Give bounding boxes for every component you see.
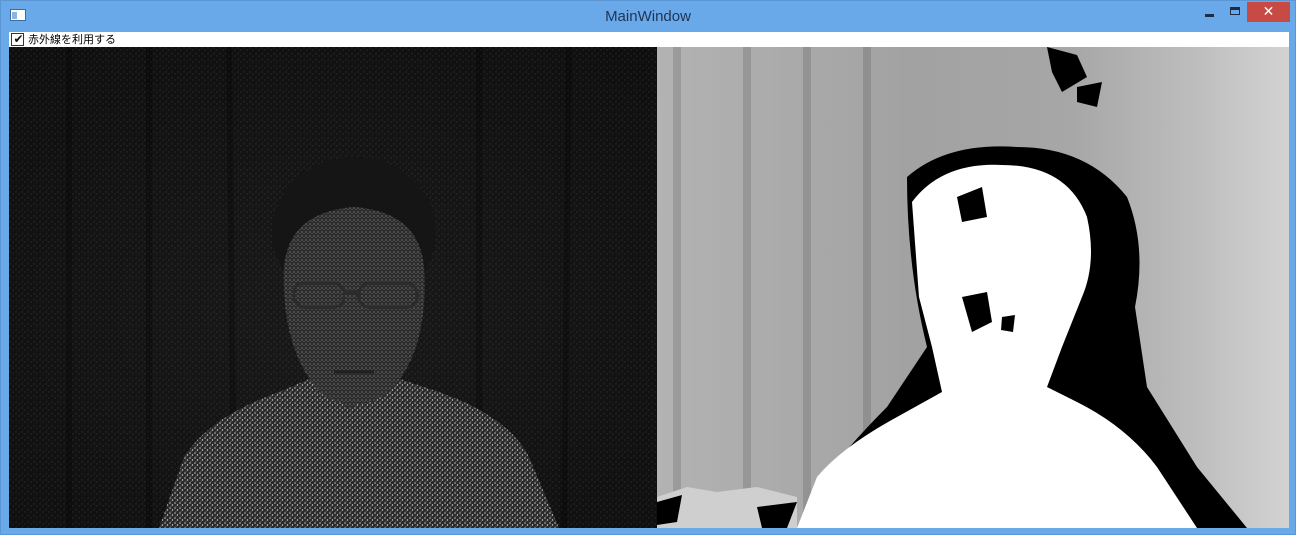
use-infrared-label[interactable]: 赤外線を利用する [28, 32, 116, 47]
depth-image-view [657, 47, 1289, 528]
minimize-icon [1205, 14, 1214, 17]
close-icon: ✕ [1262, 4, 1275, 20]
depth-image [657, 47, 1247, 528]
minimize-button[interactable] [1197, 2, 1223, 22]
checkmark-icon: ✔ [13, 32, 24, 46]
client-area: ✔ 赤外線を利用する [9, 32, 1289, 528]
title-bar[interactable]: MainWindow ✕ [1, 1, 1295, 32]
maximize-button[interactable] [1223, 2, 1249, 22]
options-bar: ✔ 赤外線を利用する [9, 32, 1289, 47]
main-window: MainWindow ✕ ✔ 赤外線を利用する [0, 0, 1296, 535]
close-button[interactable]: ✕ [1247, 2, 1290, 22]
maximize-icon [1230, 7, 1240, 15]
window-title: MainWindow [605, 8, 691, 25]
infrared-image [9, 47, 657, 528]
use-infrared-checkbox[interactable]: ✔ [11, 32, 24, 46]
infrared-image-view [9, 47, 657, 528]
